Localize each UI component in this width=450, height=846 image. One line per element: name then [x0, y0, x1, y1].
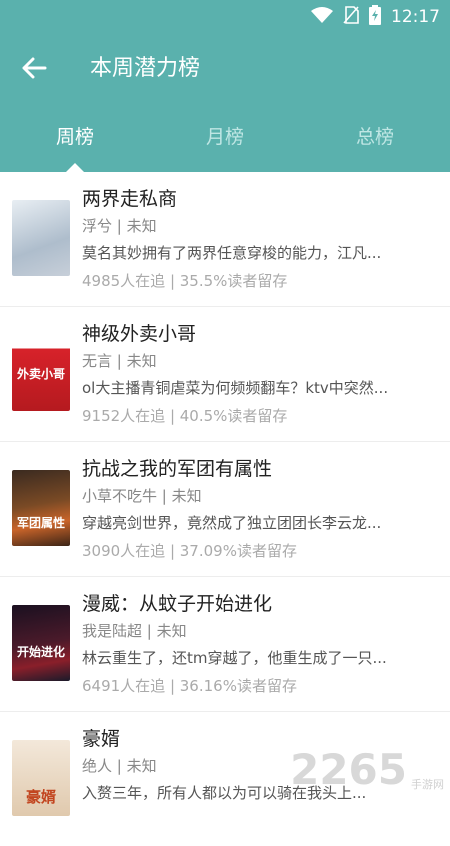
book-author: 无言 | 未知 [82, 352, 157, 370]
book-description: 林云重生了，还tm穿越了，他重生成了一只... [82, 649, 387, 667]
page-title: 本周潜力榜 [90, 56, 201, 81]
book-cover: 外卖小哥 [12, 335, 70, 411]
book-cover-text: 军团属性 [16, 516, 65, 530]
book-author: 绝人 | 未知 [82, 757, 157, 775]
status-icons: 12:17 [311, 0, 440, 34]
book-cover-text: 外卖小哥 [16, 367, 65, 381]
book-cover: 开始进化 [12, 605, 70, 681]
book-stats: 6491人在追 | 36.16%读者留存 [82, 677, 297, 695]
watermark-number: 2265 [290, 745, 407, 794]
book-cover [12, 200, 70, 276]
book-title: 豪婿 [82, 728, 121, 750]
book-stats: 4985人在追 | 35.5%读者留存 [82, 272, 288, 290]
battery-charging-icon [369, 5, 381, 29]
watermark-sub: 手游网 [411, 778, 444, 791]
book-description: ol大主播青铜虐菜为何频频翻车？ktv中突然... [82, 379, 389, 397]
status-bar: 12:17 [0, 0, 450, 34]
tab-bar: 周榜 月榜 总榜 [0, 100, 450, 172]
book-author: 我是陆超 | 未知 [82, 622, 187, 640]
app-bar: 本周潜力榜 [0, 34, 450, 100]
book-stats: 3090人在追 | 37.09%读者留存 [82, 542, 297, 560]
book-stats: 9152人在追 | 40.5%读者留存 [82, 407, 288, 425]
book-title: 抗战之我的军团有属性 [82, 458, 273, 480]
book-description: 莫名其妙拥有了两界任意穿梭的能力，江凡... [82, 244, 382, 262]
list-item[interactable]: 军团属性 抗战之我的军团有属性 小草不吃牛 | 未知 穿越亮剑世界，竟然成了独立… [0, 442, 450, 577]
back-arrow-icon[interactable] [18, 52, 50, 84]
list-item[interactable]: 开始进化 漫威：从蚊子开始进化 我是陆超 | 未知 林云重生了，还tm穿越了，他… [0, 577, 450, 712]
book-description: 穿越亮剑世界，竟然成了独立团团长李云龙... [82, 514, 382, 532]
status-time: 12:17 [391, 7, 440, 27]
watermark: 2265 手游网 [290, 745, 444, 794]
tab-weekly[interactable]: 周榜 [0, 122, 150, 149]
watermark-sub-text: 手游网 [411, 778, 444, 791]
book-cover: 军团属性 [12, 470, 70, 546]
book-cover-text: 开始进化 [16, 645, 65, 659]
book-cover: 豪婿 [12, 740, 70, 816]
tab-indicator [66, 163, 84, 172]
book-author: 浮兮 | 未知 [82, 217, 157, 235]
book-title: 漫威：从蚊子开始进化 [82, 593, 273, 615]
list-item[interactable]: 外卖小哥 神级外卖小哥 无言 | 未知 ol大主播青铜虐菜为何频频翻车？ktv中… [0, 307, 450, 442]
no-sim-icon [343, 6, 359, 28]
list-item[interactable]: 两界走私商 浮兮 | 未知 莫名其妙拥有了两界任意穿梭的能力，江凡... 498… [0, 172, 450, 307]
book-title: 两界走私商 [82, 188, 178, 210]
book-title: 神级外卖小哥 [82, 323, 197, 345]
tab-monthly[interactable]: 月榜 [150, 122, 300, 149]
book-author: 小草不吃牛 | 未知 [82, 487, 202, 505]
tab-total[interactable]: 总榜 [300, 122, 450, 149]
book-cover-text: 豪婿 [25, 788, 56, 806]
wifi-icon [311, 7, 333, 27]
